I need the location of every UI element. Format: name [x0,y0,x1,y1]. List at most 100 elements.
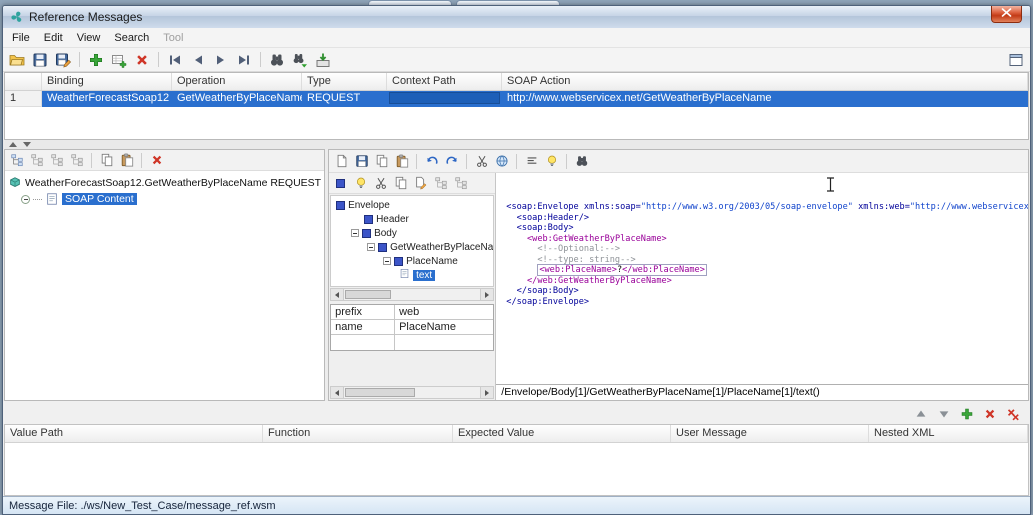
add-assertion-button[interactable] [957,404,976,424]
delete-all-assertions-button[interactable] [1003,404,1022,424]
node-envelope-label[interactable]: Envelope [348,200,390,211]
xml-code[interactable]: <soap:Envelope xmlns:soap="http://www.w3… [506,202,1028,307]
structure-tree-hscrollbar[interactable] [330,288,495,301]
move-up-button[interactable] [911,404,930,424]
expand-tree-button[interactable] [7,150,26,170]
collapse-icon[interactable] [351,229,360,237]
tree-up-button[interactable] [47,150,66,170]
cell-binding[interactable]: WeatherForecastSoap12 [42,91,172,107]
node-placename[interactable]: PlaceName [331,254,493,268]
scrollbar-thumb[interactable] [345,388,416,397]
property-value[interactable]: web [395,305,493,319]
add-row-button[interactable] [108,50,130,70]
cell-operation[interactable]: GetWeatherByPlaceName [172,91,302,107]
save-button[interactable] [29,50,51,70]
splitter-up-button[interactable] [7,141,18,149]
soap-content-label[interactable]: SOAP Content [62,193,137,205]
close-button[interactable] [991,6,1022,23]
node-down-button[interactable] [451,173,470,193]
col-context-path[interactable]: Context Path [387,73,502,90]
message-tree-soap-content[interactable]: SOAP Content [8,191,321,207]
xml-editor[interactable]: <soap:Envelope xmlns:soap="http://www.w3… [496,173,1028,384]
paste-xml-button[interactable] [392,151,411,171]
node-body[interactable]: Body [331,226,493,240]
tree-down-button[interactable] [67,150,86,170]
suggest-button[interactable] [351,173,370,193]
find-button[interactable] [266,50,288,70]
node-header-label[interactable]: Header [376,214,409,225]
delete-node-button[interactable] [147,150,166,170]
property-value[interactable] [395,335,493,350]
add-button[interactable] [85,50,107,70]
splitter-down-button[interactable] [21,141,32,149]
format-xml-button[interactable] [522,151,541,171]
undo-button[interactable] [422,151,441,171]
copy-button[interactable] [97,150,116,170]
menu-view[interactable]: View [70,30,108,46]
collapse-tree-button[interactable] [27,150,46,170]
cell-soap-action[interactable]: http://www.webservicex.net/GetWeatherByP… [502,91,1028,107]
delete-assertion-button[interactable] [980,404,999,424]
cell-context-path[interactable] [387,91,502,107]
property-row[interactable]: prefix web [331,305,494,320]
scrollbar-thumb[interactable] [345,290,392,299]
col-operation[interactable]: Operation [172,73,302,90]
open-button[interactable] [6,50,28,70]
paste-button[interactable] [117,150,136,170]
copy-xml-button[interactable] [372,151,391,171]
panel-toggle-button[interactable] [1005,50,1027,70]
property-row[interactable]: name PlaceName [331,320,494,335]
last-record-button[interactable] [233,50,255,70]
cut-button[interactable] [472,151,491,171]
redo-button[interactable] [442,151,461,171]
edit-node-button[interactable] [411,173,430,193]
node-placename-label[interactable]: PlaceName [406,256,458,267]
node-envelope[interactable]: Envelope [331,198,493,212]
collapse-toggle-icon[interactable] [21,194,30,204]
message-tree-root[interactable]: WeatherForecastSoap12.GetWeatherByPlaceN… [8,175,321,191]
next-record-button[interactable] [210,50,232,70]
cell-type[interactable]: REQUEST [302,91,387,107]
col-user-message[interactable]: User Message [671,425,869,442]
col-function[interactable]: Function [263,425,453,442]
col-value-path[interactable]: Value Path [5,425,263,442]
message-tree-root-label[interactable]: WeatherForecastSoap12.GetWeatherByPlaceN… [25,177,321,189]
col-binding[interactable]: Binding [42,73,172,90]
cut-node-button[interactable] [371,173,390,193]
collapse-icon[interactable] [383,257,392,265]
move-down-button[interactable] [934,404,953,424]
save-xml-button[interactable] [352,151,371,171]
scroll-left-button[interactable] [331,289,345,300]
title-bar[interactable]: Reference Messages [3,6,1030,28]
copy-node-button[interactable] [391,173,410,193]
col-nested-xml[interactable]: Nested XML [869,425,1028,442]
import-button[interactable] [312,50,334,70]
collapse-icon[interactable] [367,243,376,251]
first-record-button[interactable] [164,50,186,70]
property-value[interactable]: PlaceName [395,320,493,334]
hint-button[interactable] [542,151,561,171]
binding-row-selected[interactable]: 1 WeatherForecastSoap12 GetWeatherByPlac… [5,91,1028,107]
node-up-button[interactable] [431,173,450,193]
horizontal-splitter[interactable] [3,140,1030,149]
previous-record-button[interactable] [187,50,209,70]
add-element-button[interactable] [331,173,350,193]
delete-button[interactable] [131,50,153,70]
node-operation[interactable]: GetWeatherByPlaceNa [331,240,493,254]
scroll-right-button[interactable] [480,289,494,300]
context-path-field[interactable] [389,92,500,104]
find-in-xml-button[interactable] [572,151,591,171]
col-soap-action[interactable]: SOAP Action [502,73,1028,90]
save-as-button[interactable] [52,50,74,70]
col-type[interactable]: Type [302,73,387,90]
find-next-button[interactable] [289,50,311,70]
menu-edit[interactable]: Edit [37,30,70,46]
node-body-label[interactable]: Body [374,228,397,239]
validate-button[interactable] [492,151,511,171]
menu-search[interactable]: Search [107,30,156,46]
structure-panel-hscrollbar[interactable] [330,386,495,399]
node-text[interactable]: text [331,268,493,282]
scroll-left-button[interactable] [331,387,345,398]
new-document-button[interactable] [332,151,351,171]
property-row[interactable] [331,335,493,350]
